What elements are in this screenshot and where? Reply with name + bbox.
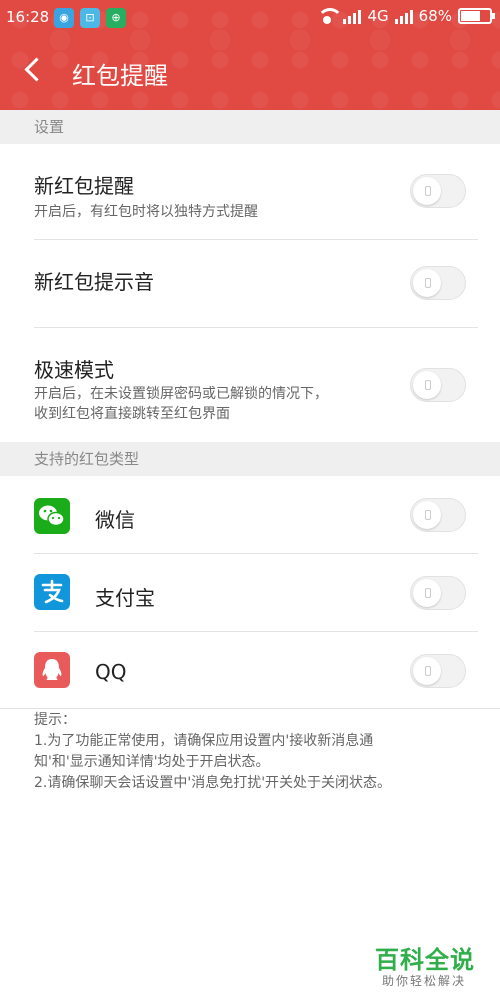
qq-toggle[interactable] xyxy=(410,654,466,688)
signal-icon xyxy=(343,8,362,24)
wechat-toggle[interactable] xyxy=(410,498,466,532)
signal-icon-2 xyxy=(394,8,413,24)
status-bar: 16:28 ◉ ⊡ ⊕ 4G 68% xyxy=(0,0,500,36)
new-packet-alert-toggle[interactable] xyxy=(410,174,466,208)
fast-mode-toggle[interactable] xyxy=(410,368,466,402)
packet-type-label: QQ xyxy=(95,660,127,684)
alipay-toggle[interactable] xyxy=(410,576,466,610)
packet-type-label: 微信 xyxy=(95,508,135,532)
notification-scan-icon: ⊡ xyxy=(80,8,100,28)
status-time: 16:28 xyxy=(6,8,50,26)
tip-text: 提示： 1.为了功能正常使用，请确保应用设置内'接收新消息通 知'和'显示通知详… xyxy=(34,710,474,794)
back-arrow-icon[interactable] xyxy=(22,56,50,84)
section-heading-supported-types: 支持的红包类型 xyxy=(0,442,500,476)
toggle-knob xyxy=(413,371,441,399)
qq-icon xyxy=(34,652,70,688)
section-heading-settings: 设置 xyxy=(0,110,500,144)
alert-sound-toggle[interactable] xyxy=(410,266,466,300)
setting-title: 新红包提醒 xyxy=(34,174,134,198)
battery-fill xyxy=(461,11,481,21)
toggle-knob xyxy=(413,579,441,607)
tip-line: 1.为了功能正常使用，请确保应用设置内'接收新消息通 xyxy=(34,733,374,749)
toggle-knob xyxy=(413,501,441,529)
notification-app-icon: ◉ xyxy=(54,8,74,28)
toggle-knob xyxy=(413,657,441,685)
page-title: 红包提醒 xyxy=(72,62,168,90)
wifi-icon xyxy=(317,8,344,24)
setting-row-new-packet-alert[interactable]: 新红包提醒 开启后，有红包时将以独特方式提醒 xyxy=(0,144,500,240)
setting-title: 新红包提示音 xyxy=(34,270,154,294)
tip-line: 知'和'显示通知详情'均处于开启状态。 xyxy=(34,754,270,770)
toggle-knob xyxy=(413,269,441,297)
setting-subtitle: 开启后，有红包时将以独特方式提醒 xyxy=(34,204,258,220)
alipay-icon xyxy=(34,574,70,610)
setting-row-fast-mode[interactable]: 极速模式 开启后，在未设置锁屏密码或已解锁的情况下， 收到红包将直接跳转至红包界… xyxy=(0,328,500,442)
wechat-icon xyxy=(34,498,70,534)
tip-line: 2.请确保聊天会话设置中'消息免打扰'开关处于关闭状态。 xyxy=(34,775,392,791)
setting-row-alert-sound[interactable]: 新红包提示音 xyxy=(0,240,500,328)
watermark-subtitle: 助你轻松解决 xyxy=(382,974,467,988)
packet-type-label: 支付宝 xyxy=(95,586,155,610)
setting-title: 极速模式 xyxy=(34,358,114,382)
battery-percent: 68% xyxy=(418,7,452,25)
app-header: 16:28 ◉ ⊡ ⊕ 4G 68% 红包提醒 xyxy=(0,0,500,110)
setting-subtitle-line2: 收到红包将直接跳转至红包界面 xyxy=(34,406,230,422)
setting-subtitle-line1: 开启后，在未设置锁屏密码或已解锁的情况下， xyxy=(34,386,328,402)
packet-type-row-qq[interactable]: QQ xyxy=(0,632,500,710)
toggle-knob xyxy=(413,177,441,205)
packet-type-row-wechat[interactable]: 微信 xyxy=(0,476,500,554)
system-indicators: 4G 68% xyxy=(317,7,495,25)
network-type: 4G xyxy=(367,7,389,25)
notification-download-icon: ⊕ xyxy=(106,8,126,28)
packet-type-row-alipay[interactable]: 支付宝 xyxy=(0,554,500,632)
watermark-title: 百科全说 xyxy=(375,946,475,974)
divider xyxy=(0,708,500,709)
battery-icon xyxy=(458,8,495,24)
tip-heading: 提示： xyxy=(34,712,76,728)
